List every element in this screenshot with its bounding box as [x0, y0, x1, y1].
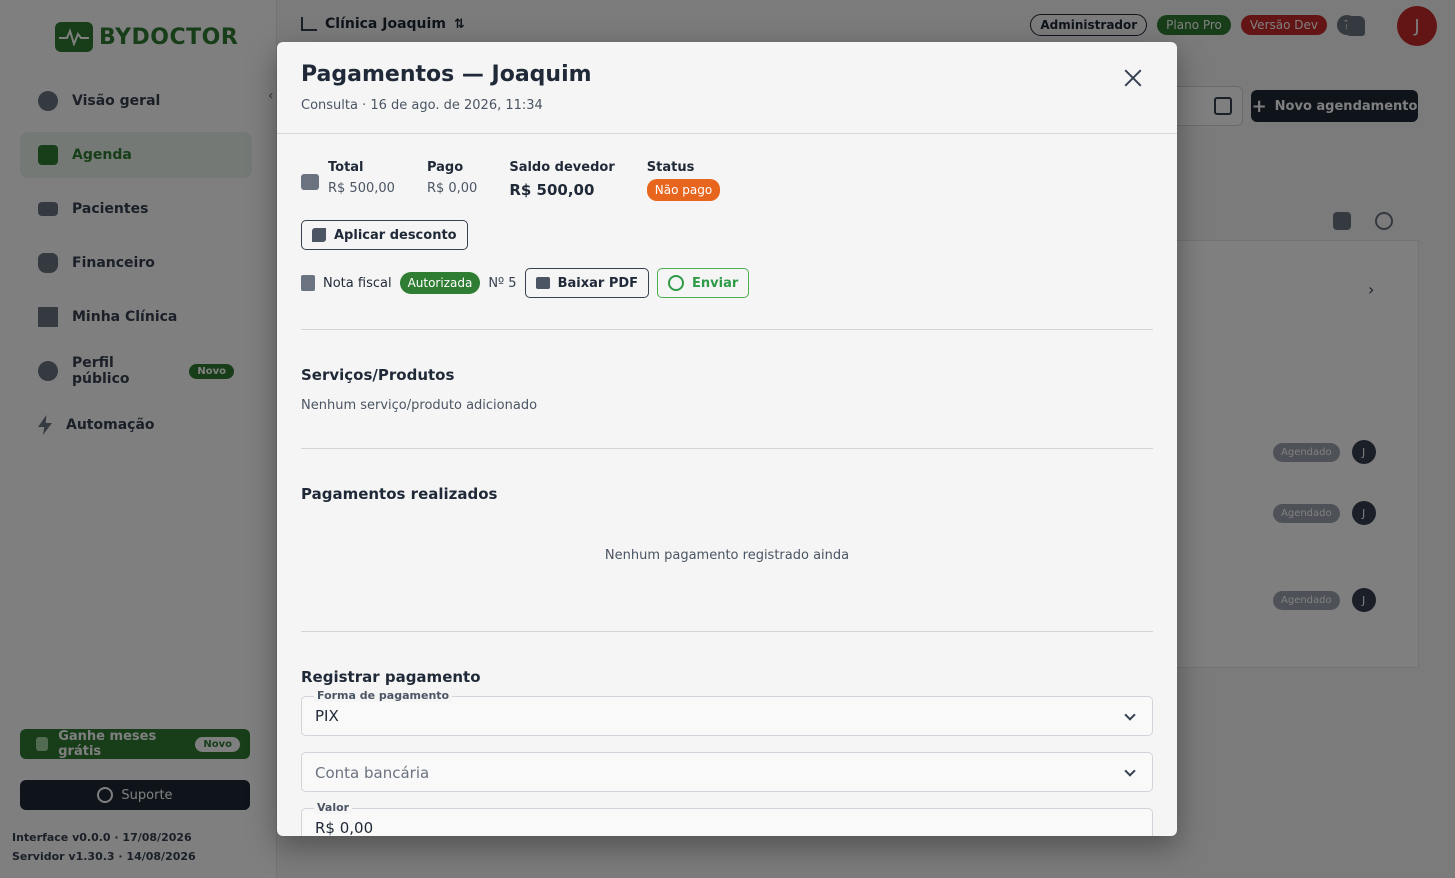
download-pdf-button[interactable]: Baixar PDF — [524, 268, 650, 298]
payments-empty-text: Nenhum pagamento registrado ainda — [604, 548, 850, 563]
payment-summary: Total R$ 500,00 Pago R$ 0,00 Saldo deved… — [328, 160, 721, 201]
invoice-row: Nota fiscal Autorizada Nº 5 Baixar PDF E… — [301, 268, 750, 298]
invoice-label: Nota fiscal — [323, 275, 392, 291]
apply-discount-label: Aplicar desconto — [334, 227, 457, 243]
field-value: PIX — [315, 707, 339, 725]
summary-status: Status Não pago — [646, 160, 721, 201]
whatsapp-icon — [668, 275, 685, 291]
tag-icon — [312, 228, 326, 242]
send-label: Enviar — [692, 275, 739, 291]
chevron-down-icon — [1124, 709, 1136, 721]
download-icon — [535, 277, 550, 289]
send-whatsapp-button[interactable]: Enviar — [657, 268, 750, 298]
divider — [301, 448, 1153, 449]
summary-paid: Pago R$ 0,00 — [427, 160, 477, 196]
summary-label: Saldo devedor — [509, 160, 615, 175]
bank-account-select[interactable]: Conta bancária — [301, 752, 1153, 792]
field-label: Valor — [314, 801, 353, 814]
services-title: Serviços/Produtos — [301, 366, 455, 384]
register-payment-title: Registrar pagamento — [301, 668, 481, 686]
payments-modal: Pagamentos — Joaquim Consulta · 16 de ag… — [277, 42, 1177, 836]
document-icon — [301, 275, 315, 291]
chevron-down-icon — [1124, 765, 1136, 777]
field-value: R$ 0,00 — [315, 819, 374, 836]
summary-value: R$ 500,00 — [509, 181, 595, 199]
amount-input[interactable]: Valor R$ 0,00 — [301, 801, 1153, 836]
summary-value: R$ 500,00 — [328, 181, 395, 196]
field-placeholder: Conta bancária — [315, 764, 430, 782]
download-pdf-label: Baixar PDF — [557, 275, 639, 291]
close-icon[interactable] — [1123, 68, 1143, 88]
modal-title: Pagamentos — Joaquim — [301, 62, 592, 87]
apply-discount-button[interactable]: Aplicar desconto — [301, 220, 468, 250]
summary-label: Total — [328, 160, 364, 175]
payment-method-select[interactable]: Forma de pagamento PIX — [301, 689, 1153, 736]
invoice-status-badge: Autorizada — [399, 272, 481, 294]
wallet-icon — [301, 174, 319, 190]
payments-done-title: Pagamentos realizados — [301, 485, 498, 503]
services-empty-text: Nenhum serviço/produto adicionado — [301, 398, 538, 413]
summary-total: Total R$ 500,00 — [328, 160, 395, 196]
divider — [301, 631, 1153, 632]
modal-header: Pagamentos — Joaquim Consulta · 16 de ag… — [277, 42, 1177, 134]
modal-subtitle: Consulta · 16 de ago. de 2026, 11:34 — [301, 98, 543, 113]
summary-value: R$ 0,00 — [426, 181, 478, 196]
summary-label: Pago — [426, 160, 464, 175]
divider — [301, 329, 1153, 330]
invoice-number: Nº 5 — [488, 275, 517, 291]
status-badge: Não pago — [646, 179, 721, 201]
summary-label: Status — [646, 160, 695, 175]
field-label: Forma de pagamento — [314, 689, 453, 702]
summary-balance: Saldo devedor R$ 500,00 — [509, 160, 614, 199]
